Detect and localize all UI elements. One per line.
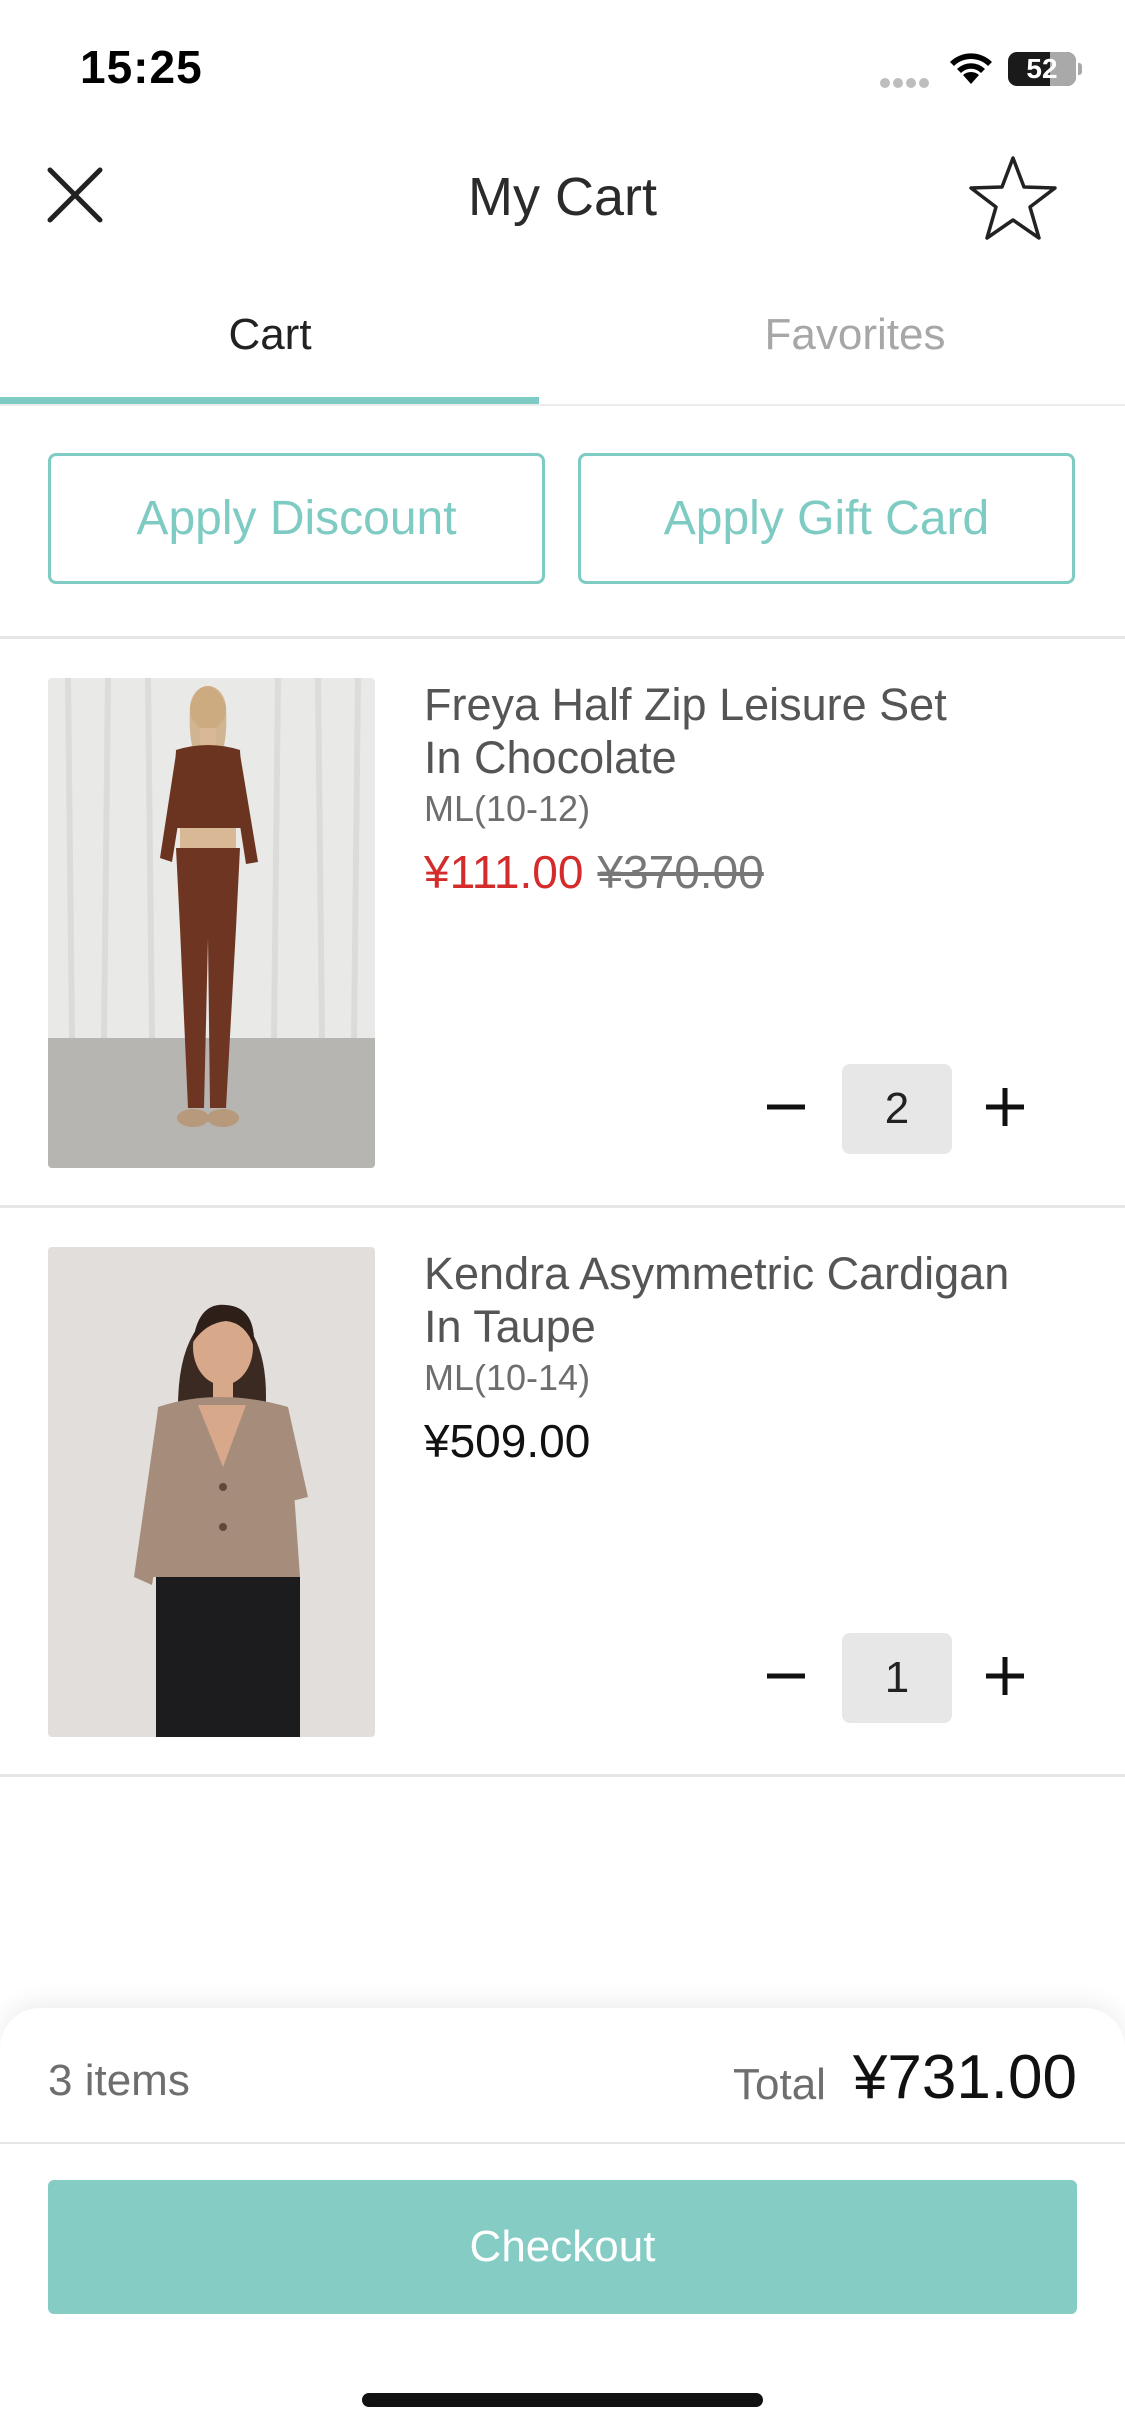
plus-icon[interactable] <box>970 1641 1040 1711</box>
total-value: ¥731.00 <box>852 2043 1077 2112</box>
product-size: ML(10-12) <box>424 788 591 829</box>
sale-price: ¥111.00 <box>424 846 584 898</box>
product-image[interactable] <box>48 678 375 1168</box>
product-price: ¥509.00 <box>424 1415 591 1467</box>
product-image[interactable] <box>48 1247 375 1737</box>
cart-item: Kendra Asymmetric Cardigan In Taupe ML(1… <box>0 1207 1125 1775</box>
product-size: ML(10-14) <box>424 1357 591 1398</box>
checkout-button[interactable]: Checkout <box>48 2180 1077 2314</box>
status-time: 15:25 <box>80 41 203 93</box>
battery-level: 52 <box>1026 53 1058 84</box>
close-icon[interactable] <box>40 160 110 230</box>
battery-icon: 52 <box>1008 52 1076 86</box>
total-label: Total <box>733 2060 826 2109</box>
divider <box>0 2142 1125 2144</box>
cart-item: Freya Half Zip Leisure Set In Chocolate … <box>0 638 1125 1206</box>
page-title: My Cart <box>468 167 657 227</box>
divider <box>0 404 1125 406</box>
minus-icon[interactable] <box>751 1072 821 1142</box>
product-price: ¥111.00 ¥370.00 <box>424 845 764 899</box>
star-icon[interactable] <box>966 152 1060 246</box>
active-tab-indicator <box>0 397 539 404</box>
apply-gift-card-button[interactable]: Apply Gift Card <box>578 453 1075 584</box>
product-name[interactable]: Kendra Asymmetric Cardigan In Taupe <box>424 1247 1064 1353</box>
cellular-signal-icon <box>880 75 934 88</box>
divider <box>0 1774 1125 1777</box>
quantity-value[interactable]: 2 <box>842 1064 952 1154</box>
status-bar: 15:25 52 <box>0 0 1125 130</box>
original-price: ¥370.00 <box>597 846 764 898</box>
items-count: 3 items <box>48 2056 190 2105</box>
plus-icon[interactable] <box>970 1072 1040 1142</box>
quantity-value[interactable]: 1 <box>842 1633 952 1723</box>
wifi-icon <box>950 53 992 84</box>
apply-discount-button[interactable]: Apply Discount <box>48 453 545 584</box>
cart-screen: 15:25 52 My Cart Cart Favorites Apply Di… <box>0 0 1125 2436</box>
tab-favorites[interactable]: Favorites <box>585 300 1125 370</box>
product-name[interactable]: Freya Half Zip Leisure Set In Chocolate <box>424 678 1064 784</box>
tab-cart[interactable]: Cart <box>0 300 540 370</box>
cart-summary: 3 items Total ¥731.00 Checkout <box>0 2008 1125 2436</box>
home-indicator[interactable] <box>362 2393 763 2407</box>
minus-icon[interactable] <box>751 1641 821 1711</box>
